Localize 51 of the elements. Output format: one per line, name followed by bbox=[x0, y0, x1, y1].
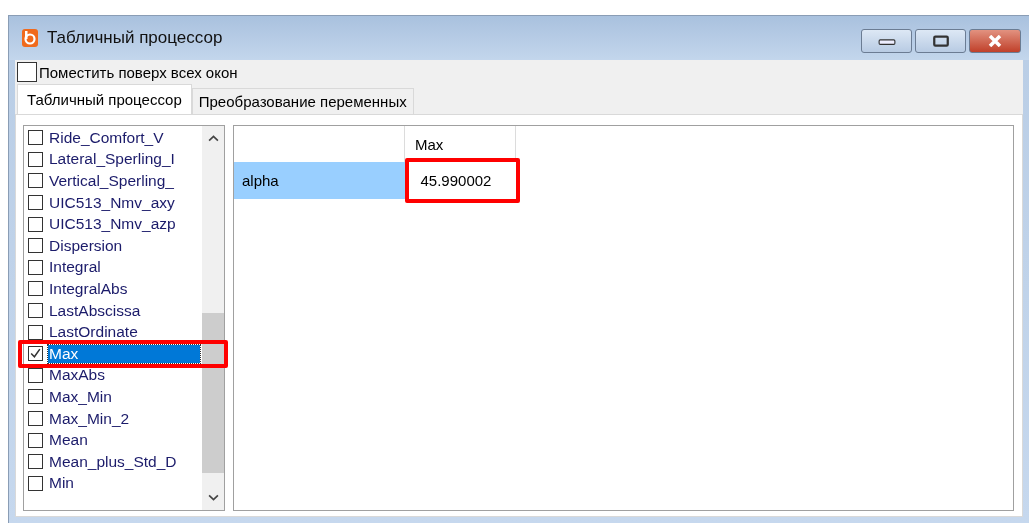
checkbox[interactable] bbox=[28, 130, 43, 146]
checkbox[interactable] bbox=[28, 475, 43, 491]
list-item[interactable]: Max_Min_2 bbox=[48, 409, 131, 428]
checkbox[interactable] bbox=[28, 324, 43, 340]
checkbox[interactable] bbox=[28, 432, 43, 448]
minimize-button[interactable] bbox=[861, 29, 912, 53]
list-item[interactable]: Max_Min bbox=[48, 387, 113, 406]
close-button[interactable] bbox=[969, 29, 1021, 53]
scrollbar[interactable] bbox=[202, 126, 224, 510]
checkbox[interactable] bbox=[28, 281, 43, 297]
checkbox[interactable] bbox=[28, 216, 43, 232]
list-item[interactable]: Mean bbox=[48, 431, 89, 450]
list-item[interactable]: Min bbox=[48, 474, 75, 493]
list-item[interactable]: Dispersion bbox=[48, 236, 124, 255]
checkbox[interactable] bbox=[28, 238, 43, 254]
list-item[interactable]: MaxAbs bbox=[48, 366, 106, 385]
row-header[interactable]: alpha bbox=[234, 162, 405, 199]
list-item[interactable]: LastAbscissa bbox=[48, 301, 142, 320]
checkbox[interactable] bbox=[28, 195, 43, 211]
app-logo-icon bbox=[21, 28, 39, 48]
checkbox[interactable] bbox=[28, 173, 43, 189]
checkbox[interactable] bbox=[28, 303, 43, 319]
table-cell: 45.990002 bbox=[404, 162, 516, 199]
list-item[interactable]: UIC513_Nmv_azp bbox=[48, 215, 177, 234]
tab[interactable]: Преобразование переменных bbox=[191, 88, 414, 114]
list-item[interactable]: UIC513_Nmv_axy bbox=[48, 193, 176, 212]
column-header[interactable]: Max bbox=[404, 126, 516, 162]
scrollbar-thumb[interactable] bbox=[202, 313, 224, 473]
list-item[interactable]: Lateral_Sperling_I bbox=[48, 150, 176, 169]
list-item[interactable]: LastOrdinate bbox=[48, 323, 139, 342]
list-item[interactable]: IntegralAbs bbox=[48, 279, 129, 298]
checkbox[interactable] bbox=[28, 259, 43, 275]
checkbox[interactable] bbox=[17, 62, 37, 82]
list-item[interactable]: Max bbox=[48, 344, 200, 363]
scroll-down-icon[interactable] bbox=[207, 494, 219, 501]
window-title: Табличный процессор bbox=[47, 28, 224, 48]
maximize-icon[interactable] bbox=[931, 35, 950, 47]
list-item[interactable]: Mean_plus_Std_D bbox=[48, 452, 178, 471]
checkbox[interactable] bbox=[28, 389, 43, 405]
tab[interactable]: Табличный процессор bbox=[17, 84, 192, 114]
checkbox[interactable] bbox=[28, 151, 43, 167]
checkbox[interactable] bbox=[28, 454, 43, 470]
close-icon[interactable] bbox=[986, 35, 1004, 47]
checkbox[interactable] bbox=[28, 346, 43, 362]
scroll-up-icon[interactable] bbox=[207, 135, 219, 142]
list-item[interactable]: Vertical_Sperling_ bbox=[48, 172, 175, 190]
checkbox-label: Поместить поверх всех окон bbox=[39, 63, 238, 81]
maximize-button[interactable] bbox=[915, 29, 966, 53]
checkbox[interactable] bbox=[28, 411, 43, 426]
list-item[interactable]: Ride_Comfort_V bbox=[48, 128, 165, 147]
list-item[interactable]: Integral bbox=[48, 258, 102, 277]
